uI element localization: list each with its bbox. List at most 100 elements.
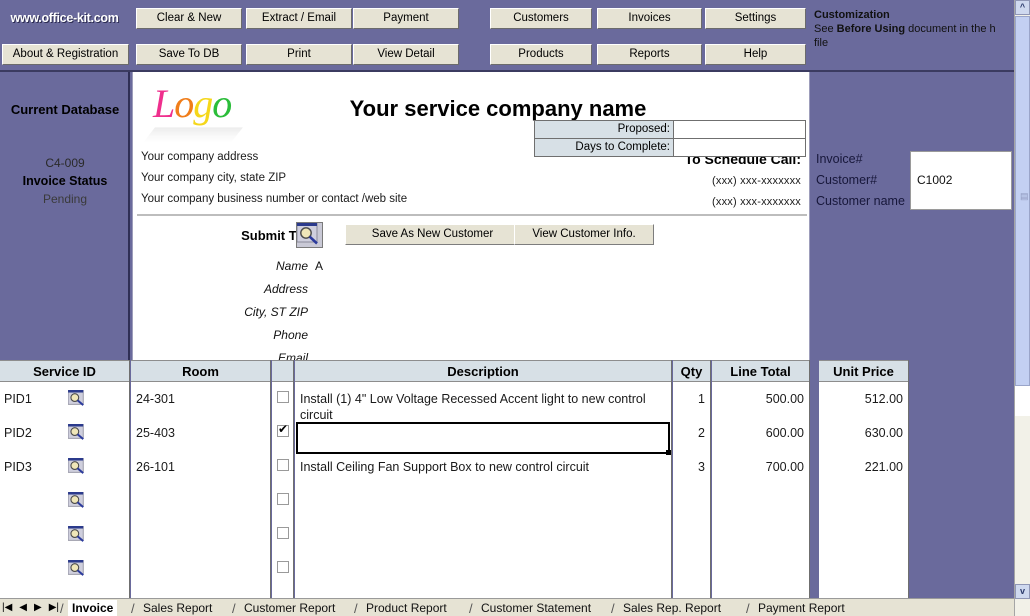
sidebar: Current Database C4-009 Invoice Status P… — [0, 72, 130, 360]
sheet-tab-customer-statement[interactable]: Customer Statement — [477, 600, 595, 616]
vscroll-thumb[interactable]: ▤ — [1015, 16, 1030, 386]
magnifier-icon — [67, 389, 84, 406]
help-button[interactable]: Help — [705, 44, 806, 65]
submit-label-phone: Phone — [273, 328, 308, 342]
cell-qty[interactable]: 2 — [673, 426, 705, 440]
cell-description[interactable]: Install (1) 4" Low Voltage Recessed Acce… — [300, 391, 666, 423]
grid-gutter — [811, 360, 819, 598]
submit-label-email: Email — [277, 351, 308, 360]
tab-separator: / — [60, 601, 64, 616]
vscroll-down-arrow[interactable]: v — [1015, 584, 1030, 599]
company-address-line3: Your company business number or contact … — [141, 193, 408, 205]
days-to-complete-input[interactable] — [674, 138, 806, 157]
sheet-tab-sales-rep-report[interactable]: Sales Rep. Report — [619, 600, 725, 616]
submit-value-name[interactable]: A — [315, 259, 515, 273]
tab-nav-last[interactable]: ▶| — [49, 601, 59, 614]
service-id-lookup-icon-button[interactable] — [67, 525, 85, 545]
payment-button[interactable]: Payment — [353, 8, 459, 29]
service-id-lookup-icon-button[interactable] — [67, 389, 85, 409]
customization-title: Customization — [814, 9, 890, 21]
cell-qty[interactable]: 1 — [673, 392, 705, 406]
cell-service-id[interactable]: PID3 — [4, 460, 64, 474]
extract-email-button[interactable]: Extract / Email — [246, 8, 352, 29]
customer-number-popup[interactable]: C1002 — [910, 151, 1012, 210]
cell-line-total[interactable]: 600.00 — [712, 426, 804, 440]
grid-header-room: Room — [131, 360, 270, 382]
settings-button[interactable]: Settings — [705, 8, 806, 29]
cell-service-id[interactable]: PID1 — [4, 392, 64, 406]
customization-line1-post: document in the h — [905, 23, 996, 35]
row-checkbox[interactable] — [277, 527, 289, 539]
active-cell-fill-handle[interactable] — [666, 450, 671, 455]
row-checkbox[interactable] — [277, 422, 289, 437]
grid-right-filler — [910, 360, 1014, 598]
cell-unit-price[interactable]: 221.00 — [819, 460, 903, 474]
customer-search-button[interactable] — [296, 222, 323, 248]
proposed-row: Proposed: — [534, 120, 806, 139]
service-id-lookup-icon-button[interactable] — [67, 491, 85, 511]
cell-description[interactable]: Install Ceiling Fan Support Box to new c… — [300, 459, 666, 475]
save-to-db-button[interactable]: Save To DB — [136, 44, 242, 65]
application-window: www.office-kit.com About & Registration … — [0, 0, 1030, 616]
cell-room[interactable]: 24-301 — [136, 392, 261, 406]
logo-word: Logo — [153, 81, 232, 126]
cell-room[interactable]: 25-403 — [136, 426, 261, 440]
vscroll-thumb-grip: ▤ — [1020, 191, 1029, 201]
cell-room[interactable]: 26-101 — [136, 460, 261, 474]
brand-label: www.office-kit.com — [10, 11, 119, 25]
proposed-input[interactable] — [674, 120, 806, 139]
proposal-box: Proposed: Days to Complete: — [534, 120, 806, 157]
sheet-tab-invoice[interactable]: Invoice — [68, 600, 118, 616]
checkbox-box[interactable] — [277, 527, 289, 539]
tab-nav-next[interactable]: ▶ — [34, 601, 42, 614]
magnifier-icon — [67, 525, 84, 542]
row-checkbox[interactable] — [277, 391, 289, 403]
vertical-scrollbar[interactable]: ^ ▤ v — [1014, 0, 1030, 616]
sheet-tab-payment-report[interactable]: Payment Report — [754, 600, 849, 616]
sheet-tab-customer-report[interactable]: Customer Report — [240, 600, 339, 616]
clear-and-new-button[interactable]: Clear & New — [136, 8, 242, 29]
cell-service-id[interactable]: PID2 — [4, 426, 64, 440]
checkbox-box[interactable] — [277, 391, 289, 403]
checkbox-box[interactable] — [277, 459, 289, 471]
row-checkbox[interactable] — [277, 561, 289, 573]
checkbox-box[interactable] — [277, 561, 289, 573]
days-to-complete-row: Days to Complete: — [534, 138, 806, 157]
submit-label-city: City, ST ZIP — [244, 305, 308, 319]
sheet-tab-sales-report[interactable]: Sales Report — [139, 600, 216, 616]
cell-line-total[interactable]: 500.00 — [712, 392, 804, 406]
header-divider — [137, 214, 807, 216]
service-id-lookup-icon-button[interactable] — [67, 423, 85, 443]
checkbox-box[interactable] — [277, 422, 289, 437]
about-registration-button[interactable]: About & Registration — [2, 44, 129, 65]
magnifier-icon — [67, 457, 84, 474]
vscroll-up-arrow[interactable]: ^ — [1015, 0, 1030, 15]
service-id-lookup-icon-button[interactable] — [67, 457, 85, 477]
sheet-tab-product-report[interactable]: Product Report — [362, 600, 451, 616]
row-checkbox[interactable] — [277, 493, 289, 505]
checkbox-box[interactable] — [277, 493, 289, 505]
cell-unit-price[interactable]: 630.00 — [819, 426, 903, 440]
company-address-line1: Your company address — [141, 151, 259, 163]
line-items-grid: Service ID Room Description Qty Line Tot… — [0, 360, 1030, 598]
products-button[interactable]: Products — [490, 44, 592, 65]
tab-nav-first[interactable]: |◀ — [2, 601, 12, 614]
row-checkbox[interactable] — [277, 459, 289, 471]
cell-unit-price[interactable]: 512.00 — [819, 392, 903, 406]
cell-line-total[interactable]: 700.00 — [712, 460, 804, 474]
magnifier-icon — [296, 222, 318, 245]
reports-button[interactable]: Reports — [597, 44, 702, 65]
tab-nav-prev[interactable]: ◀ — [19, 601, 27, 614]
print-button[interactable]: Print — [246, 44, 352, 65]
customer-number-popup-value: C1002 — [917, 173, 953, 187]
view-customer-info-button[interactable]: View Customer Info. — [514, 224, 654, 245]
customers-button[interactable]: Customers — [490, 8, 592, 29]
active-cell-highlight[interactable] — [296, 422, 671, 455]
office-kit-logo: www.office-kit.com — [2, 6, 127, 30]
view-detail-button[interactable]: View Detail — [353, 44, 459, 65]
invoices-button[interactable]: Invoices — [597, 8, 702, 29]
cell-qty[interactable]: 3 — [673, 460, 705, 474]
tab-separator: / — [354, 601, 358, 616]
service-id-lookup-icon-button[interactable] — [67, 559, 85, 579]
save-as-new-customer-button[interactable]: Save As New Customer — [345, 224, 520, 245]
